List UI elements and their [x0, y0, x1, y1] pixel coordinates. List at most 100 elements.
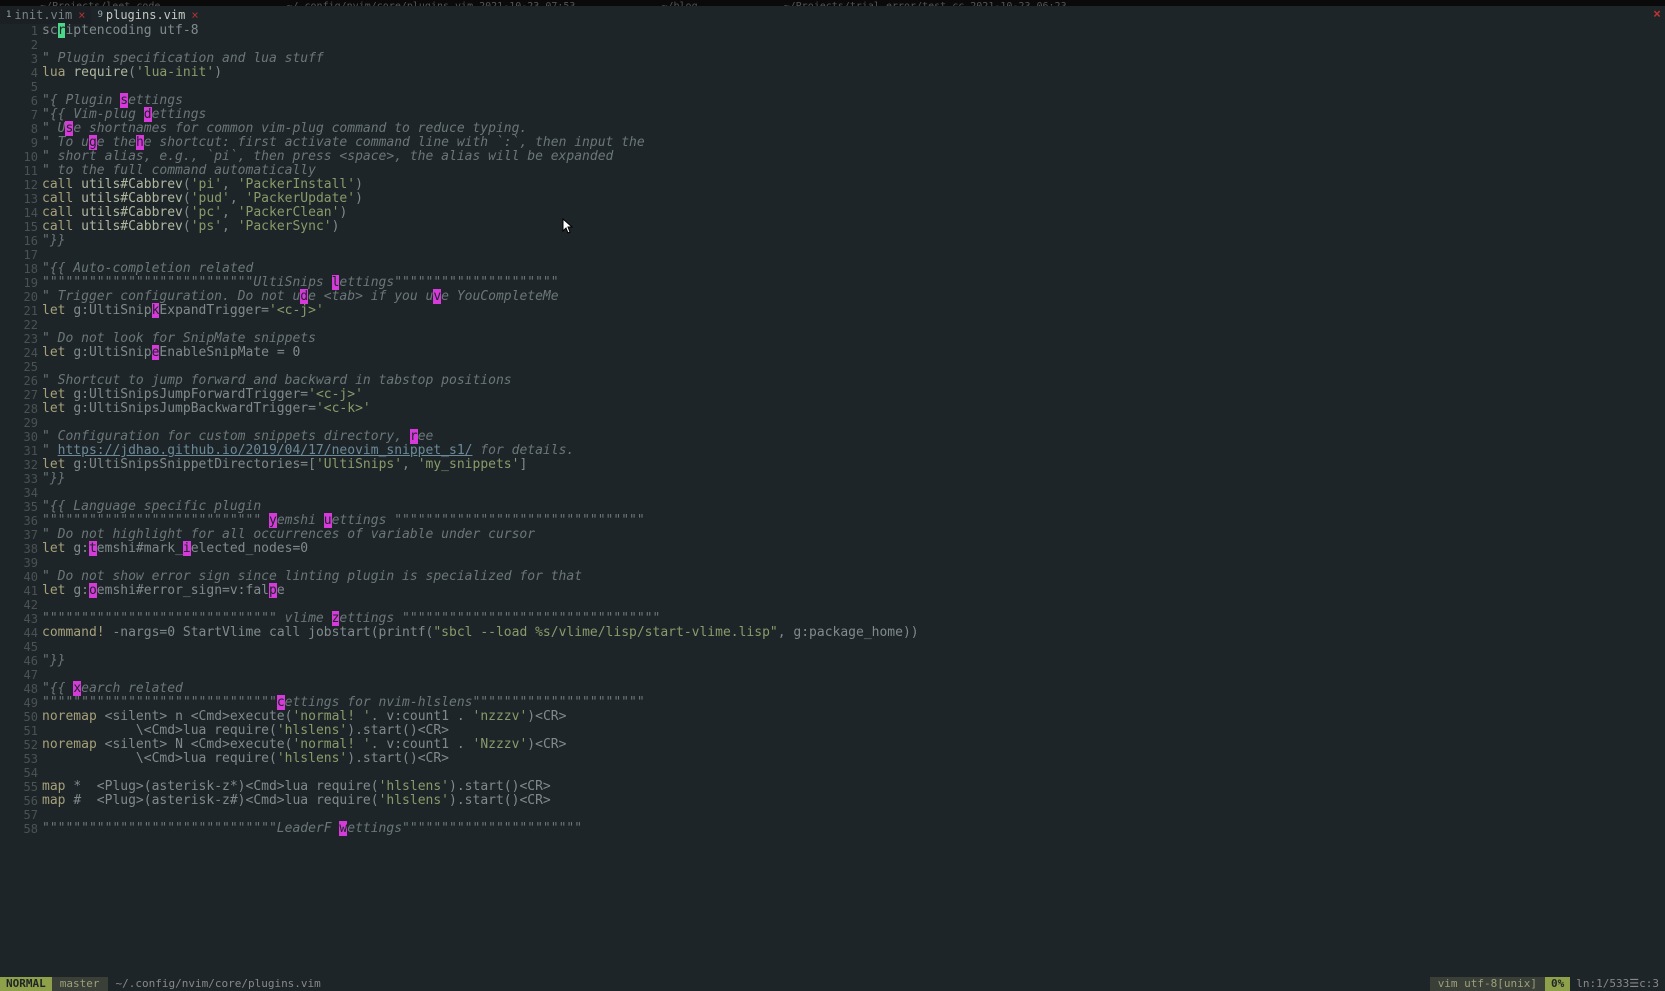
code-line[interactable]: 54	[20, 766, 1665, 780]
code-line[interactable]: 47	[20, 668, 1665, 682]
code-line[interactable]: 29	[20, 416, 1665, 430]
easymotion-target[interactable]: h	[136, 135, 144, 150]
code-line[interactable]: 1scriptencoding utf-8	[20, 24, 1665, 38]
code-line[interactable]: 15call utils#Cabbrev('ps', 'PackerSync')	[20, 220, 1665, 234]
line-number: 47	[20, 668, 38, 682]
code-line[interactable]: 50noremap <silent> n <Cmd>execute('norma…	[20, 710, 1665, 724]
code-line[interactable]: 45	[20, 640, 1665, 654]
easymotion-target[interactable]: d	[300, 289, 308, 304]
code-line[interactable]: 55map * <Plug>(asterisk-z*)<Cmd>lua requ…	[20, 780, 1665, 794]
code-line[interactable]: 25	[20, 360, 1665, 374]
code-line[interactable]: 58""""""""""""""""""""""""""""""LeaderF …	[20, 822, 1665, 836]
code-line[interactable]: 19"""""""""""""""""""""""""""UltiSnips l…	[20, 276, 1665, 290]
code-line[interactable]: 51 \<Cmd>lua require('hlslens').start()<…	[20, 724, 1665, 738]
line-number: 38	[20, 542, 38, 556]
code-line[interactable]: 53 \<Cmd>lua require('hlslens').start()<…	[20, 752, 1665, 766]
code-line[interactable]: 43"""""""""""""""""""""""""""""" vlime z…	[20, 612, 1665, 626]
code-line[interactable]: 33"}}	[20, 472, 1665, 486]
url-link[interactable]: https://jdhao.github.io/2019/04/17/neovi…	[58, 443, 473, 458]
code-line[interactable]: 24let g:UltiSnipeEnableSnipMate = 0	[20, 346, 1665, 360]
close-icon[interactable]: ×	[191, 8, 198, 22]
line-number: 49	[20, 696, 38, 710]
code-line[interactable]: 20" Trigger configuration. Do not ude <t…	[20, 290, 1665, 304]
easymotion-target[interactable]: v	[433, 289, 441, 304]
editor-pane[interactable]: 1scriptencoding utf-823" Plugin specific…	[0, 24, 1665, 836]
easymotion-target[interactable]: t	[89, 541, 97, 556]
code-line[interactable]: 2	[20, 38, 1665, 52]
tab-init-vim[interactable]: 1init.vim×	[0, 6, 91, 24]
code-line[interactable]: 36"""""""""""""""""""""""""""" yemshi ue…	[20, 514, 1665, 528]
line-number: 42	[20, 598, 38, 612]
code-line[interactable]: 41let g:oemshi#error_sign=v:falpe	[20, 584, 1665, 598]
code-line[interactable]: 14call utils#Cabbrev('pc', 'PackerClean'…	[20, 206, 1665, 220]
line-number: 48	[20, 682, 38, 696]
easymotion-target[interactable]: d	[144, 107, 152, 122]
line-number: 22	[20, 318, 38, 332]
code-line[interactable]: 12call utils#Cabbrev('pi', 'PackerInstal…	[20, 178, 1665, 192]
code-line[interactable]: 37" Do not highlight for all occurrences…	[20, 528, 1665, 542]
code-line[interactable]: 52noremap <silent> N <Cmd>execute('norma…	[20, 738, 1665, 752]
line-number: 4	[20, 66, 38, 80]
code-line[interactable]: 26" Shortcut to jump forward and backwar…	[20, 374, 1665, 388]
close-all-icon[interactable]: ×	[1653, 8, 1661, 22]
code-line[interactable]: 49""""""""""""""""""""""""""""""cettings…	[20, 696, 1665, 710]
code-line[interactable]: 32let g:UltiSnipsSnippetDirectories=['Ul…	[20, 458, 1665, 472]
easymotion-target[interactable]: s	[120, 93, 128, 108]
code-line[interactable]: 5	[20, 80, 1665, 94]
code-line[interactable]: 38let g:temshi#mark_ielected_nodes=0	[20, 542, 1665, 556]
line-number: 9	[20, 136, 38, 150]
easymotion-target[interactable]: r	[410, 429, 418, 444]
code-line[interactable]: 30" Configuration for custom snippets di…	[20, 430, 1665, 444]
easymotion-target[interactable]: c	[277, 695, 285, 710]
easymotion-target[interactable]: g	[89, 135, 97, 150]
close-icon[interactable]: ×	[78, 8, 85, 22]
code-line[interactable]: 18"{{ Auto-completion related	[20, 262, 1665, 276]
code-line[interactable]: 3" Plugin specification and lua stuff	[20, 52, 1665, 66]
code-line[interactable]: 31" https://jdhao.github.io/2019/04/17/n…	[20, 444, 1665, 458]
code-line[interactable]: 39	[20, 556, 1665, 570]
line-number: 35	[20, 500, 38, 514]
code-line[interactable]: 40" Do not show error sign since linting…	[20, 570, 1665, 584]
code-line[interactable]: 27let g:UltiSnipsJumpForwardTrigger='<c-…	[20, 388, 1665, 402]
code-line[interactable]: 23" Do not look for SnipMate snippets	[20, 332, 1665, 346]
line-number: 27	[20, 388, 38, 402]
tab-plugins-vim[interactable]: 9plugins.vim×	[91, 6, 204, 24]
line-number: 23	[20, 332, 38, 346]
line-number: 53	[20, 752, 38, 766]
code-line[interactable]: 7"{{ Vim-plug dettings	[20, 108, 1665, 122]
code-line[interactable]: 6"{ Plugin settings	[20, 94, 1665, 108]
easymotion-target[interactable]: u	[324, 513, 332, 528]
line-number: 34	[20, 486, 38, 500]
code-line[interactable]: 57	[20, 808, 1665, 822]
code-line[interactable]: 34	[20, 486, 1665, 500]
code-line[interactable]: 21let g:UltiSnipkExpandTrigger='<c-j>'	[20, 304, 1665, 318]
code-line[interactable]: 35"{{ Language specific plugin	[20, 500, 1665, 514]
code-line[interactable]: 22	[20, 318, 1665, 332]
code-line[interactable]: 48"{{ xearch related	[20, 682, 1665, 696]
easymotion-target[interactable]: i	[183, 541, 191, 556]
code-line[interactable]: 4lua require('lua-init')	[20, 66, 1665, 80]
code-line[interactable]: 17	[20, 248, 1665, 262]
line-number: 15	[20, 220, 38, 234]
code-line[interactable]: 42	[20, 598, 1665, 612]
code-line[interactable]: 11" to the full command automatically	[20, 164, 1665, 178]
code-line[interactable]: 8" Use shortnames for common vim-plug co…	[20, 122, 1665, 136]
easymotion-target[interactable]: y	[269, 513, 277, 528]
code-line[interactable]: 16"}}	[20, 234, 1665, 248]
easymotion-target[interactable]: o	[89, 583, 97, 598]
easymotion-target[interactable]: p	[269, 583, 277, 598]
line-number: 5	[20, 80, 38, 94]
code-line[interactable]: 56map # <Plug>(asterisk-z#)<Cmd>lua requ…	[20, 794, 1665, 808]
code-line[interactable]: 28let g:UltiSnipsJumpBackwardTrigger='<c…	[20, 402, 1665, 416]
line-number: 3	[20, 52, 38, 66]
code-line[interactable]: 9" To uge thehe shortcut: first activate…	[20, 136, 1665, 150]
line-number: 1	[20, 24, 38, 38]
code-line[interactable]: 46"}}	[20, 654, 1665, 668]
line-number: 31	[20, 444, 38, 458]
git-branch: master	[52, 977, 108, 991]
easymotion-target[interactable]: x	[73, 681, 81, 696]
code-line[interactable]: 13call utils#Cabbrev('pud', 'PackerUpdat…	[20, 192, 1665, 206]
code-line[interactable]: 44command! -nargs=0 StartVlime call jobs…	[20, 626, 1665, 640]
line-number: 43	[20, 612, 38, 626]
code-line[interactable]: 10" short alias, e.g., `pi`, then press …	[20, 150, 1665, 164]
